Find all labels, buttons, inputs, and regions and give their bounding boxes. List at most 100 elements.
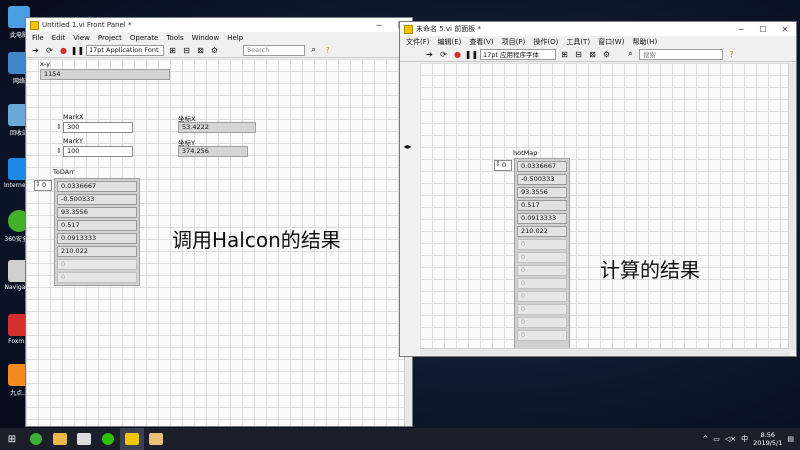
start-button[interactable]: ⊞ [0, 428, 24, 450]
maximize-button[interactable]: ☐ [752, 25, 774, 34]
taskbar-labview[interactable] [120, 428, 144, 450]
hotmap-label: hotMap [513, 149, 538, 157]
expand-arrow-icon[interactable]: ◂▸ [402, 141, 413, 152]
search-icon[interactable]: ⌕ [625, 49, 636, 60]
taskbar-wechat[interactable] [96, 428, 120, 450]
array-cell: 0.0913333 [57, 233, 137, 244]
pause-icon[interactable]: ❚❚ [465, 49, 478, 60]
markx-spinner-icon[interactable]: ⇕ [56, 122, 62, 133]
search-icon[interactable]: ⌕ [308, 45, 319, 56]
array-cell-empty: 0 [517, 304, 567, 315]
help-icon[interactable]: ? [726, 49, 737, 60]
run-continuously-icon[interactable]: ⟳ [438, 49, 449, 60]
wechat-icon [102, 433, 114, 445]
array-cell: 0.0336667 [57, 181, 137, 192]
array-cell-empty: 0 [517, 317, 567, 328]
array-cell-empty: 0 [517, 252, 567, 263]
right-window-title: 未命名 5.vi 前面板 * [416, 25, 481, 33]
notification-icon[interactable]: ▤ [787, 435, 794, 443]
menu-tools[interactable]: Tools [162, 34, 187, 42]
network-tray-icon[interactable]: ▭ [713, 435, 720, 443]
array-cell: 93.3556 [57, 207, 137, 218]
marky-input[interactable]: 100 [63, 146, 133, 157]
left-front-panel: x-y 1154 MarkX ⇕ 300 MarkY ⇕ 100 坐标X 53.… [26, 59, 404, 426]
minimize-button[interactable]: ─ [730, 25, 752, 34]
array-cell: 0.0336667 [517, 161, 567, 172]
taskbar-photos[interactable] [144, 428, 168, 450]
abort-icon[interactable]: ● [452, 49, 463, 60]
right-vertical-scrollbar[interactable] [788, 63, 796, 350]
clock[interactable]: 8:56 2019/5/1 [753, 431, 782, 447]
array-cell: 0.0913333 [517, 213, 567, 224]
menu-tools[interactable]: 工具(T) [562, 37, 594, 47]
hotmap-index[interactable]: 0 [494, 160, 512, 171]
resize-icon[interactable]: ⊠ [587, 49, 598, 60]
menu-operate[interactable]: Operate [126, 34, 162, 42]
reorder-icon[interactable]: ⚙ [601, 49, 612, 60]
left-window-title: Untitled 1.vi Front Panel * [42, 21, 132, 29]
array-cell-empty: 0 [517, 239, 567, 250]
taskbar-file-explorer[interactable] [48, 428, 72, 450]
taskbar: ⊞ ^ ▭ ◁× 中 8:56 2019/5/1 ▤ [0, 428, 800, 450]
array-cell-empty: 0 [517, 265, 567, 276]
menu-operate[interactable]: 操作(O) [529, 37, 562, 47]
todarr-label: ToDArr [53, 168, 75, 176]
array-cell-empty: 0 [57, 259, 137, 270]
abort-icon[interactable]: ● [58, 45, 69, 56]
menu-view[interactable]: View [69, 34, 94, 42]
360-browser-icon [30, 433, 42, 445]
array-cell: -0.500333 [517, 174, 567, 185]
markx-label: MarkX [63, 113, 84, 121]
run-continuously-icon[interactable]: ⟳ [44, 45, 55, 56]
computed-result-annotation: 计算的结果 [600, 258, 700, 282]
menu-window[interactable]: 窗口(W) [594, 37, 628, 47]
array-cell: 0.517 [517, 200, 567, 211]
align-icon[interactable]: ⊞ [167, 45, 178, 56]
distribute-icon[interactable]: ⊟ [181, 45, 192, 56]
system-tray: ^ ▭ ◁× 中 8:56 2019/5/1 ▤ [702, 431, 800, 447]
font-selector[interactable]: 17pt Application Font [86, 44, 164, 56]
search-input[interactable]: Search [243, 44, 305, 56]
run-arrow-icon[interactable]: ➔ [424, 49, 435, 60]
taskbar-360-browser[interactable] [24, 428, 48, 450]
menu-edit[interactable]: 编辑(E) [434, 37, 466, 47]
menu-project[interactable]: 项目(P) [498, 37, 530, 47]
menu-view[interactable]: 查看(V) [465, 37, 497, 47]
chevron-up-icon[interactable]: ^ [702, 435, 708, 443]
volume-icon[interactable]: ◁× [725, 435, 736, 443]
run-arrow-icon[interactable]: ➔ [30, 45, 41, 56]
search-input[interactable]: 搜索 [639, 48, 723, 60]
marky-label: MarkY [63, 137, 83, 145]
pause-icon[interactable]: ❚❚ [71, 45, 84, 56]
resize-icon[interactable]: ⊠ [195, 45, 206, 56]
align-icon[interactable]: ⊞ [559, 49, 570, 60]
distribute-icon[interactable]: ⊟ [573, 49, 584, 60]
menu-file[interactable]: File [28, 34, 48, 42]
clapper-icon [77, 433, 91, 445]
halcon-result-annotation: 调用Halcon的结果 [172, 228, 341, 252]
menu-window[interactable]: Window [188, 34, 224, 42]
clock-date: 2019/5/1 [753, 439, 783, 447]
taskbar-media[interactable] [72, 428, 96, 450]
reorder-icon[interactable]: ⚙ [209, 45, 220, 56]
right-side-strip: ◂▸ [400, 63, 420, 356]
input-language[interactable]: 中 [741, 434, 748, 444]
font-selector[interactable]: 17pt 应用程序字体 [480, 48, 556, 60]
right-horizontal-scrollbar[interactable] [420, 348, 790, 356]
todarr-array: 0.0336667 -0.500333 93.3556 0.517 0.0913… [54, 178, 140, 286]
menu-help[interactable]: 帮助(H) [628, 37, 661, 47]
left-title-bar: Untitled 1.vi Front Panel * ─ ☐ [26, 18, 412, 32]
left-menu-bar: File Edit View Project Operate Tools Win… [26, 32, 412, 43]
close-button[interactable]: ✕ [774, 25, 796, 34]
marky-spinner-icon[interactable]: ⇕ [56, 146, 62, 157]
array-cell: -0.500333 [57, 194, 137, 205]
help-icon[interactable]: ? [322, 45, 333, 56]
menu-project[interactable]: Project [94, 34, 126, 42]
markx-input[interactable]: 300 [63, 122, 133, 133]
menu-file[interactable]: 文件(F) [402, 37, 434, 47]
array-cell-empty: 0 [517, 330, 567, 341]
menu-edit[interactable]: Edit [48, 34, 70, 42]
minimize-button[interactable]: ─ [368, 21, 390, 30]
todarr-index[interactable]: 0 [34, 180, 52, 191]
menu-help[interactable]: Help [223, 34, 247, 42]
